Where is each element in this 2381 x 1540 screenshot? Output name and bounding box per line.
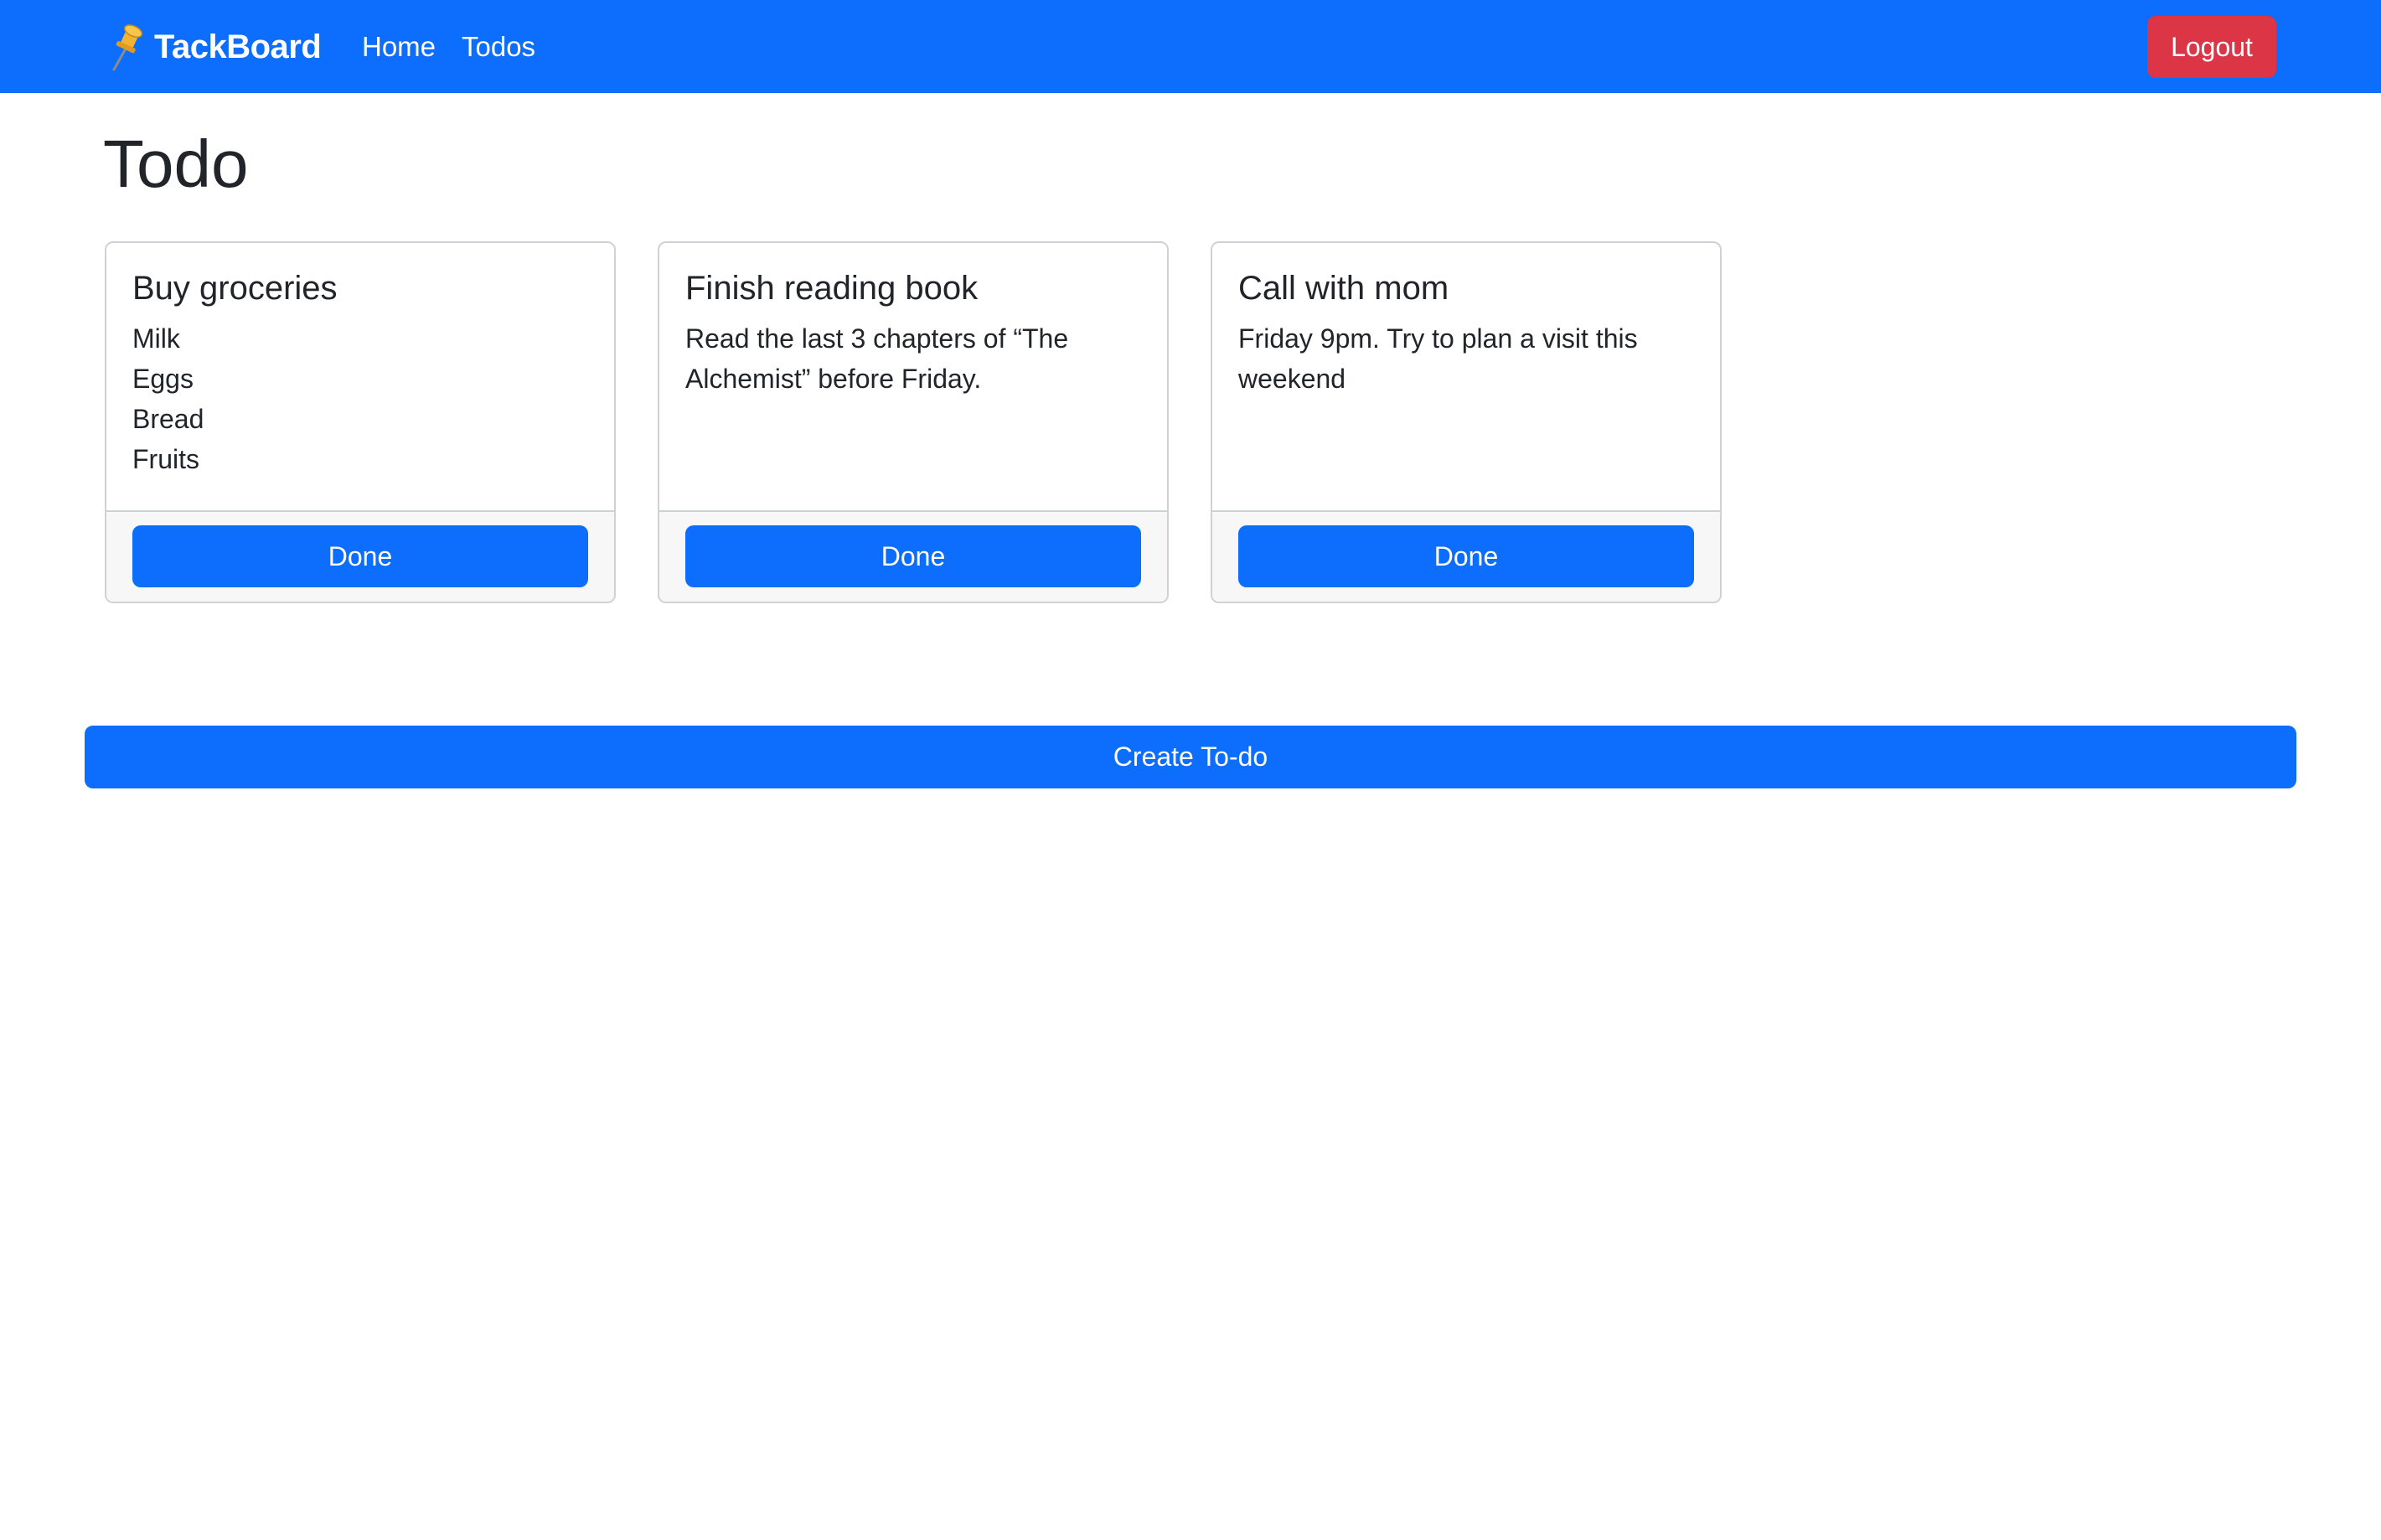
todo-text: Milk Eggs Bread Fruits [132,323,204,474]
done-button[interactable]: Done [1238,525,1694,587]
todo-card: Buy groceries Milk Eggs Bread Fruits Don… [105,241,616,603]
todo-title: Buy groceries [132,270,338,307]
todo-card: Call with mom Friday 9pm. Try to plan a … [1211,241,1722,603]
navbar: TackBoard Home Todos Logout [0,0,2381,93]
page-title: Todo [103,127,249,201]
todo-card: Finish reading book Read the last 3 chap… [658,241,1169,603]
nav-link-home[interactable]: Home [362,28,436,65]
card-body: Buy groceries Milk Eggs Bread Fruits [106,243,614,512]
todo-text: Friday 9pm. Try to plan a visit this wee… [1238,323,1638,394]
done-button[interactable]: Done [685,525,1141,587]
brand-link[interactable]: TackBoard [107,22,322,72]
nav-link-todos[interactable]: Todos [462,28,535,65]
todo-title: Finish reading book [685,270,979,307]
pushpin-icon [112,24,143,71]
logout-button[interactable]: Logout [2147,16,2276,78]
card-body: Call with mom Friday 9pm. Try to plan a … [1212,243,1720,512]
todo-title: Call with mom [1238,270,1449,307]
done-button[interactable]: Done [132,525,588,587]
card-body: Finish reading book Read the last 3 chap… [659,243,1167,512]
card-footer: Done [1212,510,1720,602]
brand-name: TackBoard [154,28,322,65]
todo-text: Read the last 3 chapters of “The Alchemi… [685,323,1069,394]
card-footer: Done [659,510,1167,602]
create-todo-button[interactable]: Create To-do [85,726,2296,788]
card-footer: Done [106,510,614,602]
